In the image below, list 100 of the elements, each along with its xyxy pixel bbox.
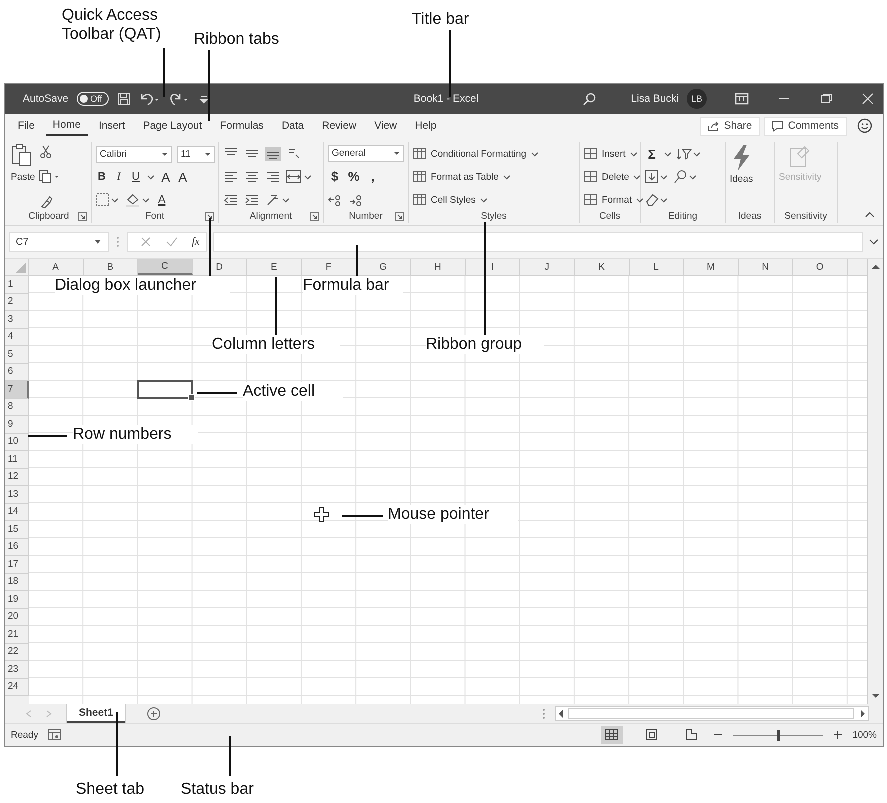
macro-record-icon[interactable] bbox=[48, 729, 62, 741]
undo-icon[interactable] bbox=[139, 91, 162, 107]
save-icon[interactable] bbox=[117, 92, 132, 106]
restore-icon[interactable] bbox=[819, 93, 833, 105]
align-left-icon[interactable] bbox=[223, 170, 239, 184]
autosum-button[interactable]: Σ bbox=[645, 146, 659, 162]
ribbon-tab[interactable]: Review bbox=[315, 118, 364, 134]
column-header[interactable]: I bbox=[491, 262, 494, 272]
font-size-step-button[interactable]: A bbox=[177, 170, 189, 184]
column-header[interactable]: J bbox=[544, 262, 550, 272]
row-header[interactable]: 24 bbox=[8, 681, 19, 692]
ribbon-tab[interactable]: File bbox=[11, 118, 42, 134]
row-header[interactable]: 21 bbox=[8, 628, 19, 640]
orientation-icon[interactable] bbox=[286, 147, 302, 161]
row-header[interactable]: 2 bbox=[8, 296, 14, 308]
wrap-text-icon[interactable] bbox=[265, 193, 291, 207]
autosave-toggle[interactable]: Off bbox=[76, 92, 110, 106]
column-header[interactable]: N bbox=[762, 262, 769, 272]
formula-input[interactable] bbox=[212, 232, 863, 252]
paste-button[interactable]: Paste bbox=[11, 144, 36, 209]
sheet-tab[interactable]: Sheet1 bbox=[67, 704, 126, 723]
font-style-button[interactable]: I bbox=[113, 171, 125, 183]
column-header[interactable]: O bbox=[816, 262, 824, 272]
ribbon-tab[interactable]: Page Layout bbox=[136, 118, 210, 134]
column-header[interactable]: G bbox=[380, 262, 388, 272]
row-header[interactable]: 6 bbox=[8, 366, 14, 378]
search-icon[interactable] bbox=[674, 170, 698, 184]
font-style-button[interactable]: B bbox=[96, 171, 108, 183]
row-header[interactable]: 22 bbox=[8, 646, 19, 658]
new-sheet-icon[interactable] bbox=[147, 706, 162, 720]
view-button[interactable] bbox=[600, 726, 623, 744]
row-header[interactable]: 8 bbox=[8, 401, 14, 412]
dialog-launcher-icon[interactable] bbox=[310, 212, 319, 221]
font-style-button[interactable]: U bbox=[130, 171, 142, 183]
sort-filter-icon[interactable] bbox=[677, 147, 701, 161]
borders-icon[interactable] bbox=[96, 193, 120, 207]
copy-icon[interactable] bbox=[39, 170, 62, 184]
row-header[interactable]: 1 bbox=[8, 278, 14, 290]
align-center-icon[interactable] bbox=[244, 170, 260, 184]
row-header[interactable]: 13 bbox=[8, 488, 19, 500]
column-header[interactable]: B bbox=[107, 262, 114, 272]
ribbon-tab[interactable]: Home bbox=[46, 116, 88, 136]
format-painter-icon[interactable] bbox=[39, 195, 54, 209]
number-format-button[interactable]: $ bbox=[328, 169, 342, 184]
smiley-icon[interactable] bbox=[857, 118, 873, 134]
ribbon-tab[interactable]: Help bbox=[408, 118, 444, 134]
name-box[interactable]: C7 bbox=[9, 232, 109, 252]
merge-cells-icon[interactable] bbox=[286, 170, 312, 184]
column-header[interactable]: H bbox=[434, 262, 442, 272]
ribbon-tab[interactable]: Data bbox=[274, 118, 312, 134]
row-header[interactable]: 16 bbox=[8, 541, 19, 552]
zoom-in-icon[interactable] bbox=[832, 730, 843, 740]
ribbon-display-icon[interactable] bbox=[735, 93, 749, 105]
collapse-ribbon-icon[interactable] bbox=[865, 211, 875, 219]
cells-command[interactable]: Format bbox=[584, 191, 644, 209]
font-name-dropdown[interactable]: Calibri bbox=[96, 146, 172, 162]
row-header[interactable]: 10 bbox=[8, 436, 19, 448]
row-header[interactable]: 3 bbox=[8, 314, 14, 325]
column-header[interactable]: F bbox=[326, 262, 332, 272]
font-color-button[interactable]: A bbox=[156, 194, 168, 206]
row-header[interactable]: 17 bbox=[8, 558, 19, 570]
insert-function-button[interactable]: fx bbox=[192, 236, 200, 248]
check-icon[interactable] bbox=[166, 236, 178, 248]
ribbon-tab[interactable]: Insert bbox=[92, 118, 132, 134]
row-header[interactable]: 9 bbox=[8, 418, 14, 430]
column-header[interactable]: A bbox=[52, 262, 59, 272]
cells-command[interactable]: Insert bbox=[584, 145, 644, 163]
number-format-button[interactable]: , bbox=[366, 169, 380, 184]
font-size-step-button[interactable]: A bbox=[160, 170, 172, 184]
dialog-launcher-icon[interactable] bbox=[395, 212, 404, 221]
ribbon-tab[interactable]: View bbox=[368, 118, 404, 134]
cut-icon[interactable] bbox=[39, 145, 54, 159]
active-cell[interactable] bbox=[137, 380, 193, 398]
column-header[interactable]: D bbox=[216, 262, 224, 272]
styles-command[interactable]: Conditional Formatting bbox=[413, 145, 575, 163]
column-header[interactable]: K bbox=[598, 262, 605, 272]
ribbon-tab[interactable]: Formulas bbox=[213, 118, 271, 134]
row-header[interactable]: 12 bbox=[8, 471, 19, 482]
row-header[interactable]: 4 bbox=[8, 331, 14, 342]
share-button[interactable]: Share bbox=[700, 116, 760, 136]
horizontal-scrollbar[interactable] bbox=[555, 706, 869, 721]
row-header[interactable]: 18 bbox=[8, 576, 19, 588]
eraser-icon[interactable] bbox=[645, 193, 669, 207]
row-header[interactable]: 15 bbox=[8, 524, 19, 535]
user-avatar[interactable]: LB bbox=[687, 89, 707, 109]
decrease-indent-icon[interactable] bbox=[223, 193, 239, 207]
row-header[interactable]: 11 bbox=[8, 454, 18, 465]
caret-icon[interactable] bbox=[147, 173, 155, 181]
dialog-launcher-icon[interactable] bbox=[205, 212, 214, 221]
column-header[interactable]: L bbox=[654, 262, 659, 272]
vertical-scrollbar[interactable] bbox=[867, 259, 883, 704]
column-header[interactable]: C bbox=[162, 260, 168, 272]
cells-command[interactable]: Delete bbox=[584, 168, 644, 186]
row-header[interactable]: 14 bbox=[8, 506, 19, 518]
row-header[interactable]: 23 bbox=[8, 664, 19, 675]
search-icon[interactable] bbox=[583, 92, 598, 106]
bottom-align-icon[interactable] bbox=[265, 147, 281, 161]
comments-button[interactable]: Comments bbox=[764, 116, 847, 136]
increase-indent-icon[interactable] bbox=[244, 193, 260, 207]
close-icon[interactable] bbox=[861, 93, 875, 105]
